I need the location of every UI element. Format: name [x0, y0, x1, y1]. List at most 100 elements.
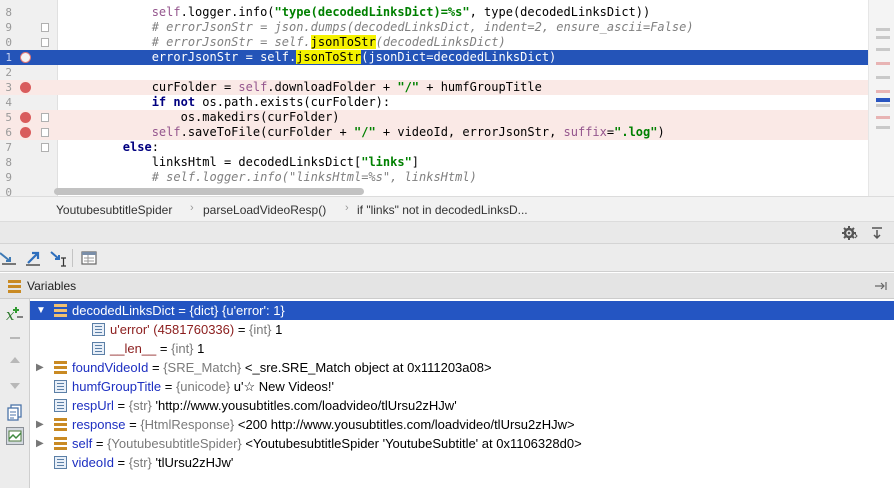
variable-row-item[interactable]: humfGroupTitle = {unicode} u'☆ New Video…	[30, 377, 894, 396]
breakpoint-icon[interactable]	[20, 112, 31, 123]
code-token: # self.logger.info("linksHtml=%s", links…	[65, 170, 477, 184]
code-line[interactable]: 4 if not os.path.exists(curFolder):	[0, 95, 868, 110]
expand-arrow-icon[interactable]: ▶	[36, 358, 44, 377]
code-editor[interactable]: 8 self.logger.info("type(decodedLinksDic…	[0, 0, 894, 196]
variable-row-item[interactable]: ▶ foundVideoId = {SRE_Match} <_sre.SRE_Ma…	[30, 358, 894, 377]
scrollbar-marker[interactable]	[876, 104, 890, 107]
code-token: linksHtml = decodedLinksDict[	[65, 155, 362, 169]
breakpoint-icon[interactable]	[20, 127, 31, 138]
fold-marker-icon[interactable]	[41, 113, 49, 122]
code-token: ]	[411, 155, 420, 169]
breadcrumb: YoutubesubtitleSpider › parseLoadVideoRe…	[0, 196, 894, 222]
fold-marker-icon[interactable]	[41, 38, 49, 47]
variable-type: {HtmlResponse}	[140, 417, 235, 432]
collapse-arrow-icon[interactable]: ▼	[36, 301, 46, 320]
code-line-breakpoint[interactable]: 3 curFolder = self.downloadFolder + "/" …	[0, 80, 868, 95]
code-line[interactable]: 2	[0, 65, 868, 80]
fold-marker-icon[interactable]	[41, 23, 49, 32]
step-into-icon[interactable]	[24, 249, 42, 267]
expand-arrow-icon[interactable]: ▶	[36, 415, 44, 434]
settings-gear-icon[interactable]	[842, 226, 858, 240]
code-token: .downloadFolder +	[267, 80, 398, 94]
variable-row-child[interactable]: u'error' (4581760336) = {int} 1	[30, 320, 894, 339]
scrollbar-current-marker[interactable]	[876, 98, 890, 102]
scrollbar-breakpoint-marker[interactable]	[876, 116, 890, 119]
line-number: 9	[5, 171, 12, 184]
code-token: self	[151, 5, 181, 19]
variable-row-child[interactable]: __len__ = {int} 1	[30, 339, 894, 358]
scrollbar-marker[interactable]	[876, 28, 890, 31]
variable-value: <200 http://www.yousubtitles.com/loadvid…	[237, 417, 575, 432]
step-over-icon[interactable]	[0, 249, 18, 267]
pin-panel-icon[interactable]	[874, 281, 888, 291]
variable-name: __len__	[110, 341, 157, 356]
code-token: os.makedirs(curFolder)	[65, 110, 340, 124]
variable-name: response	[72, 417, 126, 432]
breadcrumb-item-class[interactable]: YoutubesubtitleSpider	[56, 203, 172, 217]
variable-text: decodedLinksDict = {dict} {u'error': 1}	[72, 303, 285, 318]
variable-row-item[interactable]: ▼ decodedLinksDict = {dict} {u'error': 1}	[30, 301, 894, 320]
evaluate-expression-icon[interactable]	[80, 249, 98, 267]
variable-name: humfGroupTitle	[72, 379, 162, 394]
variable-row-item[interactable]: ▶ response = {HtmlResponse} <200 http://w…	[30, 415, 894, 434]
code-line[interactable]: 9 # errorJsonStr = json.dumps(decodedLin…	[0, 20, 868, 35]
show-watches-icon[interactable]	[6, 427, 24, 445]
code-token: os.path.exists(curFolder):	[195, 95, 391, 109]
expand-arrow-icon[interactable]: ▶	[36, 434, 44, 453]
scrollbar-marker[interactable]	[876, 48, 890, 51]
scrollbar-breakpoint-marker[interactable]	[876, 62, 890, 65]
variable-type: {YoutubesubtitleSpider}	[107, 436, 242, 451]
variable-type: {int}	[249, 322, 272, 337]
hide-panel-icon[interactable]	[870, 226, 884, 240]
scrollbar-marker[interactable]	[876, 76, 890, 79]
code-line[interactable]: 0 # errorJsonStr = self.jsonToStr(decode…	[0, 35, 868, 50]
editor-horizontal-scrollbar-thumb[interactable]	[54, 188, 364, 195]
code-token: :	[151, 140, 159, 154]
code-line[interactable]: 8 linksHtml = decodedLinksDict["links"]	[0, 155, 868, 170]
code-line[interactable]: 8 self.logger.info("type(decodedLinksDic…	[0, 5, 868, 20]
breadcrumb-item-statement[interactable]: if "links" not in decodedLinksD...	[357, 203, 528, 217]
breakpoint-icon[interactable]	[20, 82, 31, 93]
new-watch-icon[interactable]: x	[6, 305, 24, 323]
copy-icon[interactable]	[6, 403, 24, 421]
move-up-icon[interactable]	[6, 351, 24, 369]
code-line[interactable]: 7 else:	[0, 140, 868, 155]
code-line-breakpoint[interactable]: 6 self.saveToFile(curFolder + "/" + vide…	[0, 125, 868, 140]
scrollbar-marker[interactable]	[876, 36, 890, 39]
code-line-current[interactable]: 1 errorJsonStr = self.jsonToStr(jsonDict…	[0, 50, 868, 65]
fold-marker-icon[interactable]	[41, 143, 49, 152]
field-icon	[54, 380, 67, 393]
code-token: self	[238, 80, 268, 94]
code-line-breakpoint[interactable]: 5 os.makedirs(curFolder)	[0, 110, 868, 125]
step-into-my-code-icon[interactable]	[49, 249, 67, 267]
code-text: # errorJsonStr = json.dumps(decodedLinks…	[65, 20, 694, 35]
variable-text: response = {HtmlResponse} <200 http://ww…	[72, 417, 575, 432]
fold-marker-icon[interactable]	[41, 128, 49, 137]
breakpoint-icon[interactable]	[20, 52, 31, 63]
variables-tree[interactable]: ▼ decodedLinksDict = {dict} {u'error': 1}…	[30, 299, 894, 488]
code-line[interactable]: 9 # self.logger.info("linksHtml=%s", lin…	[0, 170, 868, 185]
svg-text:x: x	[6, 306, 15, 323]
code-text: # self.logger.info("linksHtml=%s", links…	[65, 170, 477, 185]
variable-type: {str}	[128, 398, 152, 413]
breadcrumb-item-method[interactable]: parseLoadVideoResp()	[203, 203, 326, 217]
variable-name: decodedLinksDict	[72, 303, 175, 318]
remove-watch-icon[interactable]	[6, 329, 24, 347]
variable-name: respUrl	[72, 398, 114, 413]
variable-row-item[interactable]: respUrl = {str} 'http://www.yousubtitles…	[30, 396, 894, 415]
code-text: if not os.path.exists(curFolder):	[65, 95, 390, 110]
debug-header	[0, 222, 894, 244]
line-number: 7	[5, 141, 12, 154]
code-text: # errorJsonStr = self.jsonToStr(decodedL…	[65, 35, 506, 50]
scrollbar-marker[interactable]	[876, 126, 890, 129]
move-down-icon[interactable]	[6, 377, 24, 395]
scrollbar-breakpoint-marker[interactable]	[876, 90, 890, 93]
variable-value: 'tlUrsu2zHJw'	[155, 455, 234, 470]
variable-row-item[interactable]: videoId = {str} 'tlUrsu2zHJw'	[30, 453, 894, 472]
breadcrumb-separator-icon: ›	[345, 202, 349, 214]
variable-row-item[interactable]: ▶ self = {YoutubesubtitleSpider} <Youtube…	[30, 434, 894, 453]
variable-text: videoId = {str} 'tlUrsu2zHJw'	[72, 455, 234, 470]
line-number: 4	[5, 96, 12, 109]
code-token: )	[657, 125, 665, 139]
